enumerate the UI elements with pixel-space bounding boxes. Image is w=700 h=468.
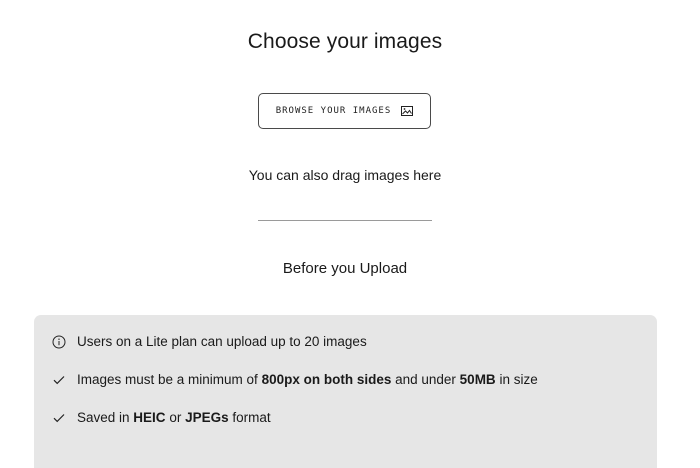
browse-button-label: BROWSE YOUR IMAGES	[275, 106, 392, 116]
check-icon	[52, 373, 66, 387]
browse-images-button[interactable]: BROWSE YOUR IMAGES	[258, 93, 431, 129]
check-icon	[52, 411, 66, 425]
requirement-item: Users on a Lite plan can upload up to 20…	[52, 334, 367, 349]
divider	[258, 220, 432, 221]
upload-page: Choose your images BROWSE YOUR IMAGES Yo…	[0, 0, 700, 468]
requirement-text: Images must be a minimum of 800px on bot…	[77, 372, 538, 387]
requirement-text: Users on a Lite plan can upload up to 20…	[77, 334, 367, 349]
requirements-panel: Users on a Lite plan can upload up to 20…	[34, 315, 657, 468]
info-icon	[52, 335, 66, 349]
drag-drop-hint: You can also drag images here	[248, 167, 442, 183]
requirement-text: Saved in HEIC or JPEGs format	[77, 410, 271, 425]
image-icon	[401, 106, 414, 116]
page-title: Choose your images	[247, 30, 443, 53]
requirement-item: Images must be a minimum of 800px on bot…	[52, 372, 538, 387]
requirement-item: Saved in HEIC or JPEGs format	[52, 410, 271, 425]
section-title: Before you Upload	[282, 260, 408, 277]
